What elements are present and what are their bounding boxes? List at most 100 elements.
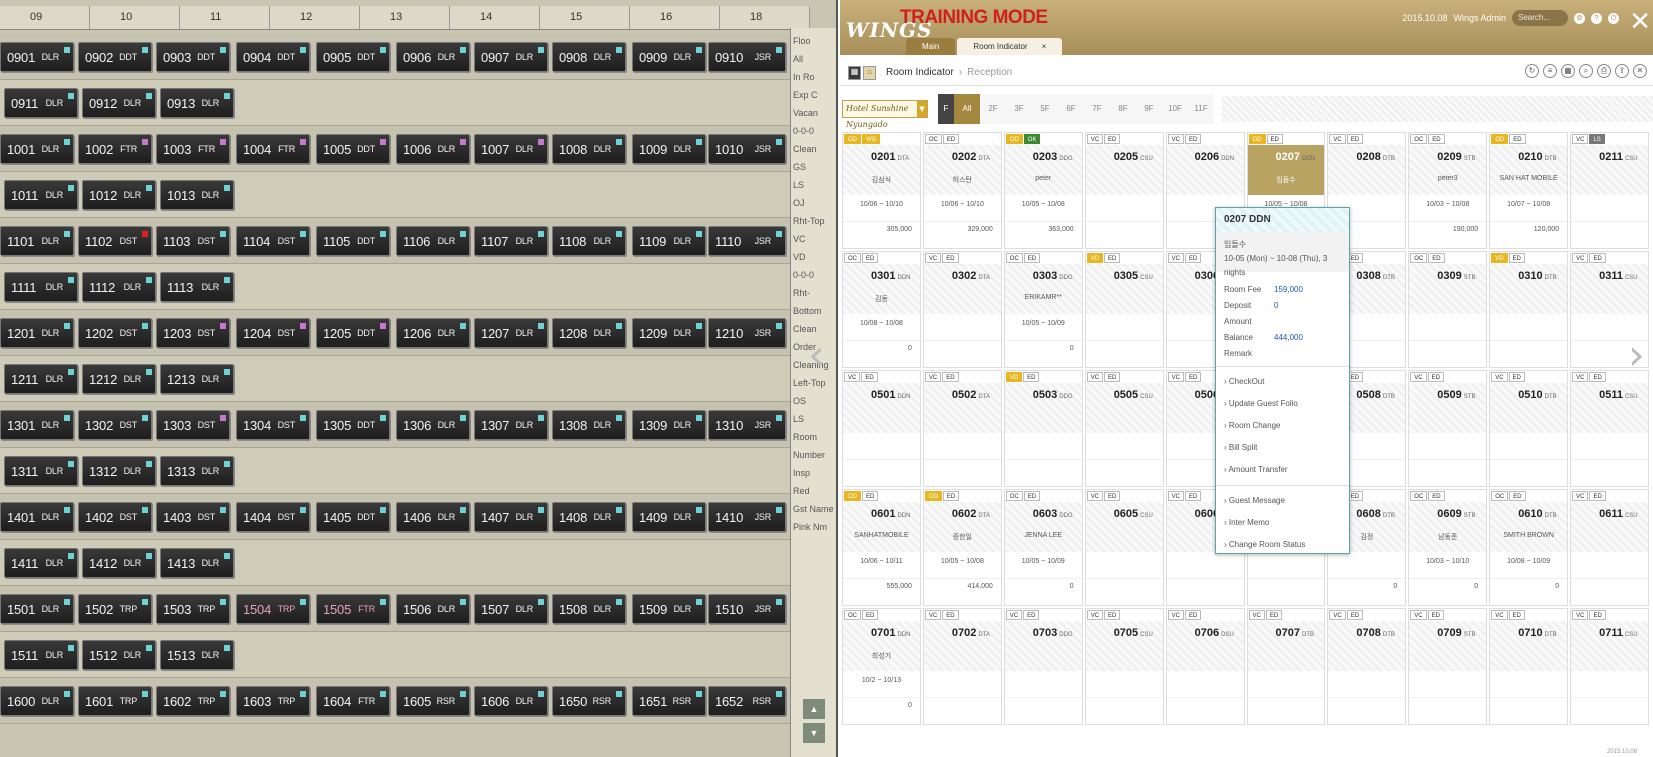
- legacy-room-cell[interactable]: 1508 DLR: [552, 594, 626, 624]
- legacy-room-cell[interactable]: 1010 JSR: [708, 134, 786, 164]
- search-input[interactable]: Search...: [1512, 10, 1568, 26]
- popup-menu-item[interactable]: › Bill Split: [1216, 437, 1349, 459]
- zoom-icon[interactable]: ⌕: [1579, 64, 1593, 78]
- legacy-room-cell[interactable]: 1311 DLR: [4, 456, 78, 486]
- legacy-room-cell[interactable]: 1509 DLR: [632, 594, 706, 624]
- legacy-room-cell[interactable]: 0906 DLR: [396, 42, 470, 72]
- tab-main[interactable]: Main: [906, 38, 956, 55]
- room-card[interactable]: VC ED 0703 DDG: [1003, 608, 1083, 725]
- legacy-room-cell[interactable]: 1503 TRP: [156, 594, 230, 624]
- room-card[interactable]: OC ED 0303 DDG ERIKAMR** 10/05 ~ 10/09 0: [1003, 251, 1083, 368]
- legacy-room-cell[interactable]: 0911 DLR: [4, 88, 78, 118]
- legacy-room-cell[interactable]: 0903 DDT: [156, 42, 230, 72]
- legacy-room-cell[interactable]: 1502 TRP: [78, 594, 152, 624]
- legacy-room-cell[interactable]: 1013 DLR: [160, 180, 234, 210]
- room-card[interactable]: VC ED 0505 CSU: [1084, 370, 1164, 487]
- legacy-room-cell[interactable]: 1012 DLR: [82, 180, 156, 210]
- popup-menu-item[interactable]: › Amount Transfer: [1216, 459, 1349, 481]
- room-card[interactable]: OD ED 0602 DTA 증한일 10/05 ~ 10/08 414,000: [922, 489, 1002, 606]
- room-card[interactable]: VD ED 0503 DDG: [1003, 370, 1083, 487]
- legacy-room-cell[interactable]: 1106 DLR: [396, 226, 470, 256]
- legacy-room-cell[interactable]: 1313 DLR: [160, 456, 234, 486]
- legacy-room-cell[interactable]: 1312 DLR: [82, 456, 156, 486]
- floor-tab[interactable]: 11F: [1188, 94, 1214, 124]
- legacy-room-cell[interactable]: 1651 RSR: [632, 686, 706, 716]
- popup-menu-item[interactable]: › Change Room Status: [1216, 534, 1349, 556]
- legacy-room-cell[interactable]: 1213 DLR: [160, 364, 234, 394]
- floor-tab[interactable]: 9F: [1136, 94, 1162, 124]
- legacy-room-cell[interactable]: 0907 DLR: [474, 42, 548, 72]
- legacy-room-cell[interactable]: 1207 DLR: [474, 318, 548, 348]
- legacy-room-cell[interactable]: 1208 DLR: [552, 318, 626, 348]
- room-card[interactable]: VC ED 0705 CSU: [1084, 608, 1164, 725]
- room-card[interactable]: VC ED 0611 CSU: [1570, 489, 1649, 606]
- floor-tab[interactable]: All: [954, 94, 980, 124]
- room-card[interactable]: OC ED 0202 DTA 허스탄 10/06 ~ 10/10 329,000: [922, 132, 1002, 249]
- legacy-room-cell[interactable]: 1604 FTR: [316, 686, 390, 716]
- popup-menu-item[interactable]: › Update Guest Folio: [1216, 393, 1349, 415]
- room-card[interactable]: VD ED 0305 CSU: [1084, 251, 1164, 368]
- legacy-room-cell[interactable]: 1212 DLR: [82, 364, 156, 394]
- legacy-room-cell[interactable]: 1004 FTR: [236, 134, 310, 164]
- room-card[interactable]: VC ED 0509 STB: [1408, 370, 1488, 487]
- room-card[interactable]: VD ED 0310 DTB: [1489, 251, 1569, 368]
- room-card[interactable]: VC ED 0511 CSU: [1570, 370, 1649, 487]
- legacy-room-cell[interactable]: 1303 DST: [156, 410, 230, 440]
- user-label[interactable]: Wings Admin: [1453, 13, 1506, 23]
- legacy-room-cell[interactable]: 1003 FTR: [156, 134, 230, 164]
- legacy-room-cell[interactable]: 1108 DLR: [552, 226, 626, 256]
- legacy-room-cell[interactable]: 1412 DLR: [82, 548, 156, 578]
- settings-icon[interactable]: ⚙: [1574, 12, 1585, 24]
- legacy-room-cell[interactable]: 1650 RSR: [552, 686, 626, 716]
- legacy-room-cell[interactable]: 1103 DST: [156, 226, 230, 256]
- popup-menu-item[interactable]: › Guest Message: [1216, 490, 1349, 512]
- legacy-room-cell[interactable]: 1504 TRP: [236, 594, 310, 624]
- legacy-room-cell[interactable]: 1101 DLR: [0, 226, 74, 256]
- legacy-room-cell[interactable]: 1006 DLR: [396, 134, 470, 164]
- legacy-room-cell[interactable]: 1306 DLR: [396, 410, 470, 440]
- legacy-room-cell[interactable]: 1408 DLR: [552, 502, 626, 532]
- room-card[interactable]: OD ED 0210 DTB SAN HAT MOBILE 10/07 ~ 10/08 12…: [1489, 132, 1569, 249]
- legacy-room-cell[interactable]: 1512 DLR: [82, 640, 156, 670]
- legacy-room-cell[interactable]: 1513 DLR: [160, 640, 234, 670]
- legacy-room-cell[interactable]: 1410 JSR: [708, 502, 786, 532]
- room-card[interactable]: VC ED 0706 DSU: [1165, 608, 1245, 725]
- legacy-room-cell[interactable]: 1309 DLR: [632, 410, 706, 440]
- legacy-room-cell[interactable]: 1406 DLR: [396, 502, 470, 532]
- legacy-room-cell[interactable]: 1110 JSR: [708, 226, 786, 256]
- room-card[interactable]: OC ED 0701 DDN 최성기 10/2 ~ 10/13 0: [842, 608, 921, 725]
- floor-tab[interactable]: 7F: [1084, 94, 1110, 124]
- floor-tab[interactable]: 6F: [1058, 94, 1084, 124]
- legacy-room-cell[interactable]: 1605 RSR: [396, 686, 470, 716]
- help-icon[interactable]: ?: [1591, 12, 1602, 24]
- legacy-room-cell[interactable]: 1102 DST: [78, 226, 152, 256]
- legacy-room-cell[interactable]: 1011 DLR: [4, 180, 78, 210]
- legacy-room-cell[interactable]: 1112 DLR: [82, 272, 156, 302]
- room-card[interactable]: VC ED 0710 DTB: [1489, 608, 1569, 725]
- floor-tab[interactable]: 2F: [980, 94, 1006, 124]
- list-icon[interactable]: ≡: [1543, 64, 1557, 78]
- legacy-room-cell[interactable]: 0910 JSR: [708, 42, 786, 72]
- legacy-room-cell[interactable]: 1301 DLR: [0, 410, 74, 440]
- legacy-room-cell[interactable]: 1652 RSR: [708, 686, 786, 716]
- floor-tab[interactable]: 5F: [1032, 94, 1058, 124]
- legacy-room-cell[interactable]: 1307 DLR: [474, 410, 548, 440]
- breadcrumb-sub[interactable]: Reception: [967, 67, 1012, 78]
- legacy-room-cell[interactable]: 1402 DST: [78, 502, 152, 532]
- close-icon[interactable]: ✕: [1629, 6, 1651, 37]
- room-card[interactable]: VC ED 0708 DTB: [1327, 608, 1407, 725]
- legacy-room-cell[interactable]: 0908 DLR: [552, 42, 626, 72]
- room-card[interactable]: VC LS 0211 CSU: [1570, 132, 1649, 249]
- legacy-room-cell[interactable]: 1107 DLR: [474, 226, 548, 256]
- floor-tab[interactable]: F: [938, 94, 954, 124]
- logout-icon[interactable]: ⏻: [1608, 12, 1619, 24]
- room-card[interactable]: VC ED 0502 DTA: [922, 370, 1002, 487]
- refresh-icon[interactable]: ↻: [1525, 64, 1539, 78]
- legacy-room-cell[interactable]: 1501 DLR: [0, 594, 74, 624]
- legacy-room-cell[interactable]: 1407 DLR: [474, 502, 548, 532]
- room-card[interactable]: VC ED 0711 CSU: [1570, 608, 1649, 725]
- legacy-room-cell[interactable]: 1008 DLR: [552, 134, 626, 164]
- legacy-room-cell[interactable]: 0912 DLR: [82, 88, 156, 118]
- room-card[interactable]: OD WG 0201 DTA 김삼식 10/06 ~ 10/10 305,000: [842, 132, 921, 249]
- legacy-room-cell[interactable]: 1603 TRP: [236, 686, 310, 716]
